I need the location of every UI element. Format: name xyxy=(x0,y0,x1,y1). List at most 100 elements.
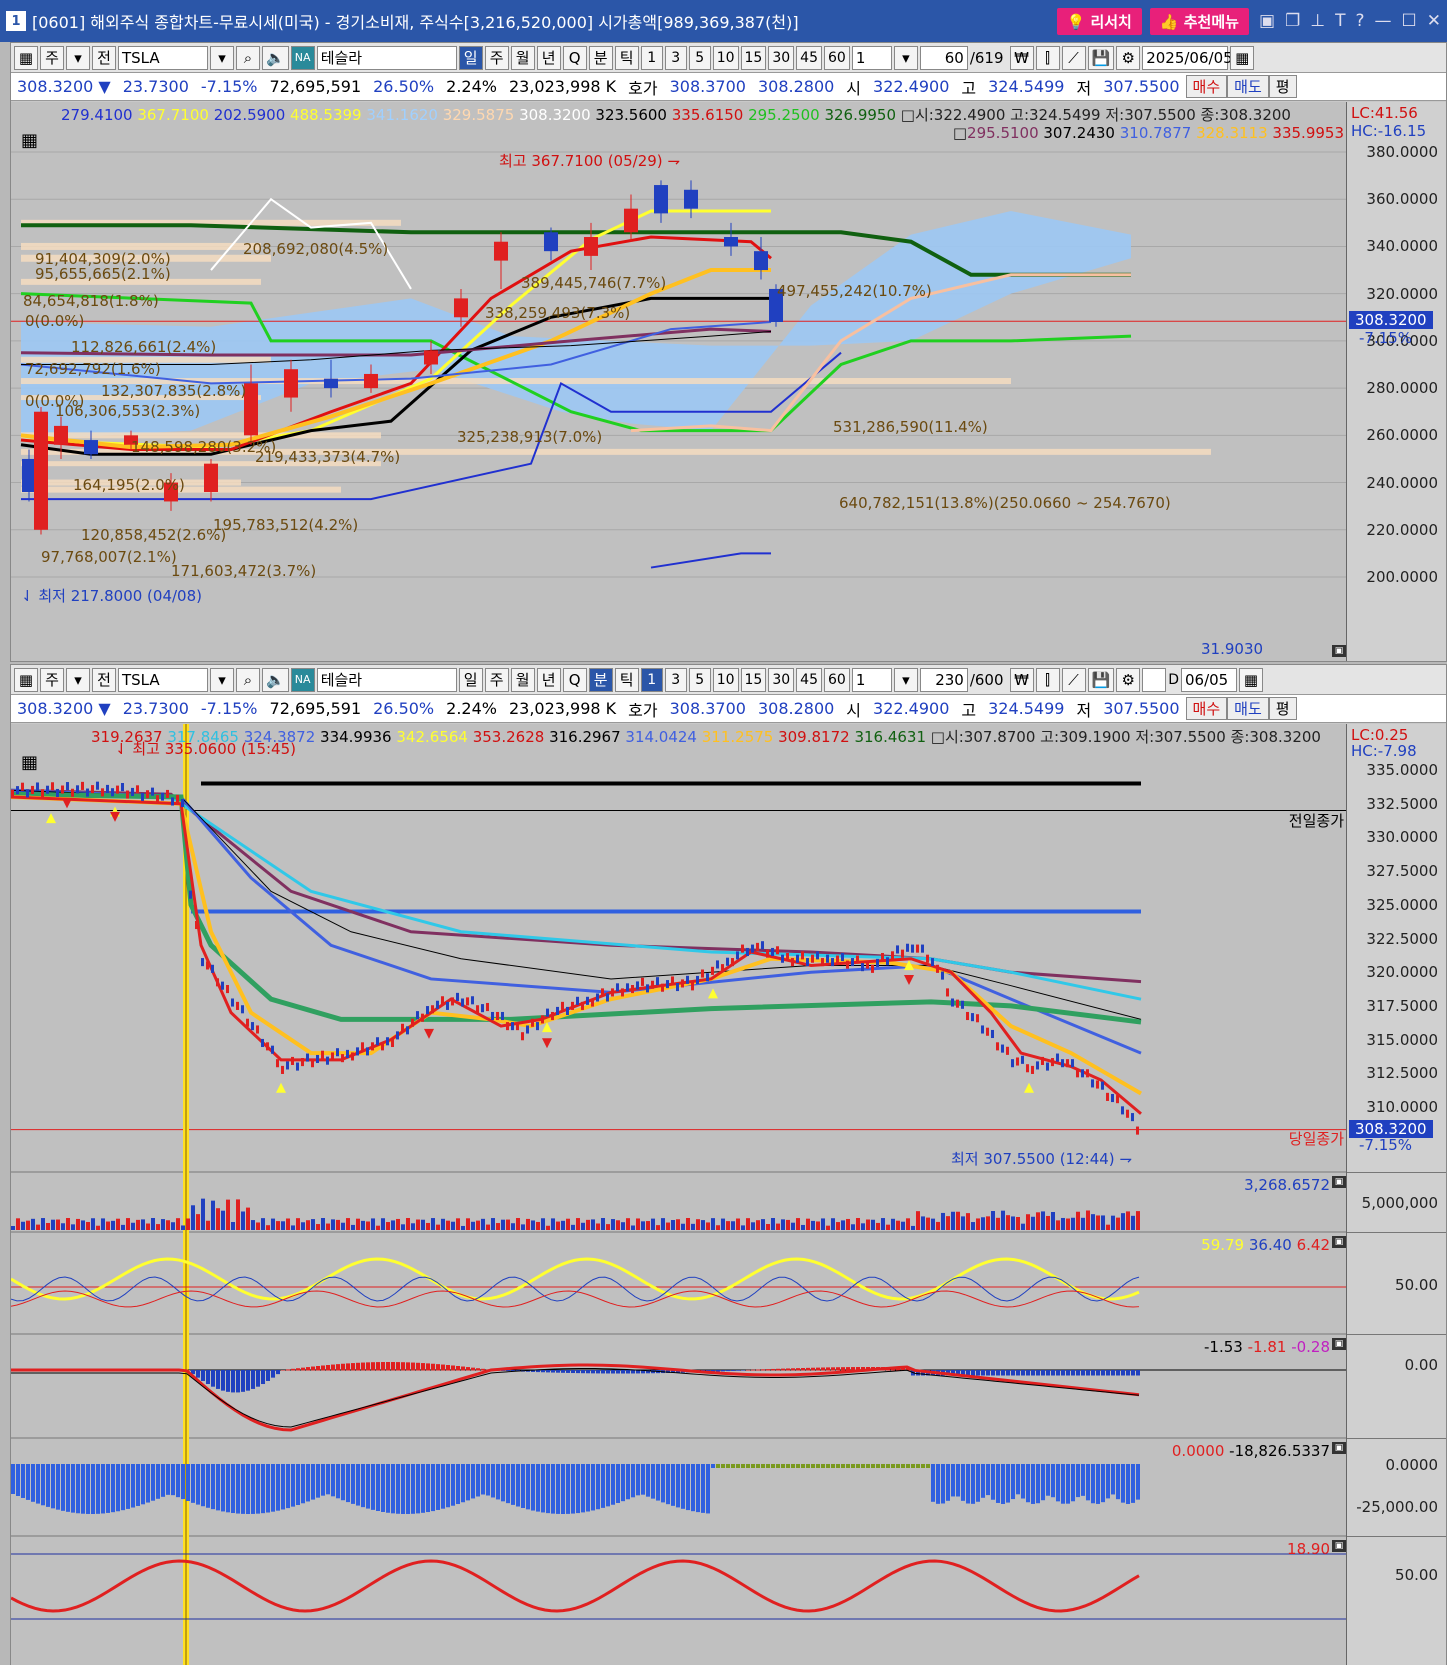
period-tab-2[interactable]: 월 xyxy=(510,667,535,692)
settings-gear-icon[interactable]: ⚙ xyxy=(1116,667,1141,692)
top-price-axis[interactable]: 380.0000 360.0000 340.0000 320.0000 300.0000… xyxy=(1346,102,1446,661)
trend-icon[interactable]: ⟋ xyxy=(1061,667,1086,692)
save-icon[interactable]: 💾 xyxy=(1087,667,1115,692)
save-icon[interactable]: 💾 xyxy=(1087,45,1115,70)
buy-button[interactable]: 매수 xyxy=(1185,697,1228,720)
candle-icon[interactable]: ⫿ xyxy=(1035,45,1060,70)
ticker-dropdown-icon[interactable]: ▾ xyxy=(210,667,234,692)
currency-icon[interactable]: ₩ xyxy=(1009,667,1034,692)
period-tab-6[interactable]: 틱 xyxy=(614,45,639,70)
settings-gear-icon[interactable]: ⚙ xyxy=(1116,45,1141,70)
subpanel-grip-0[interactable]: ▣ xyxy=(1332,1176,1346,1188)
minute-tab-3[interactable]: 3 xyxy=(664,667,687,692)
bottom-indicator-icon[interactable]: ▦ xyxy=(21,752,38,773)
period-tab-1[interactable]: 주 xyxy=(484,45,509,70)
currency-icon[interactable]: ₩ xyxy=(1009,45,1034,70)
period-tab-6[interactable]: 틱 xyxy=(614,667,639,692)
period-tab-3[interactable]: 년 xyxy=(536,45,561,70)
buy-button[interactable]: 매수 xyxy=(1185,75,1228,98)
market-type-select[interactable]: 주 xyxy=(40,667,64,692)
ticker-input[interactable]: TSLA xyxy=(118,45,208,70)
calendar-icon[interactable]: ▦ xyxy=(1238,667,1263,692)
subpanel-grip-3[interactable]: ▣ xyxy=(1332,1442,1346,1454)
minute-tab-5[interactable]: 5 xyxy=(688,45,711,70)
minute-tab-3[interactable]: 3 xyxy=(664,45,687,70)
minimize-icon[interactable]: — xyxy=(1375,11,1392,31)
chart-layout-icon[interactable]: ▦ xyxy=(14,45,38,70)
sell-button[interactable]: 매도 xyxy=(1227,75,1269,98)
macd-hist-bar xyxy=(631,1370,635,1374)
top-panel-grip[interactable]: ▣ xyxy=(1332,645,1346,657)
interval-input[interactable]: 1 xyxy=(851,45,892,70)
all-button[interactable]: 전 xyxy=(92,45,116,70)
interval-input[interactable]: 1 xyxy=(851,667,892,692)
restore-icon[interactable]: ❐ xyxy=(1285,11,1300,31)
all-button[interactable]: 전 xyxy=(92,667,116,692)
bar-count-input[interactable]: 60 xyxy=(919,45,968,70)
minute-tab-45[interactable]: 45 xyxy=(796,45,822,70)
minute-tab-1[interactable]: 1 xyxy=(640,667,663,692)
ticker-dropdown-icon[interactable]: ▾ xyxy=(210,45,234,70)
period-tab-1[interactable]: 주 xyxy=(484,667,509,692)
interval-dropdown-icon[interactable]: ▾ xyxy=(893,45,918,70)
bar-count-input[interactable]: 230 xyxy=(919,667,968,692)
minute-tab-30[interactable]: 30 xyxy=(768,667,795,692)
trend-icon[interactable]: ⟋ xyxy=(1061,45,1086,70)
minute-tab-60[interactable]: 60 xyxy=(824,667,850,692)
layout-icon[interactable]: ▣ xyxy=(1259,11,1275,31)
pin-icon[interactable]: ⊥ xyxy=(1310,11,1325,31)
minute-tab-30[interactable]: 30 xyxy=(768,45,795,70)
minute-tab-5[interactable]: 5 xyxy=(688,667,711,692)
interval-dropdown-icon[interactable]: ▾ xyxy=(893,667,918,692)
search-icon[interactable]: ⌕ xyxy=(236,45,260,70)
sound-icon[interactable]: 🔈 xyxy=(262,45,289,70)
avg-button[interactable]: 평 xyxy=(1268,75,1297,98)
minute-tab-1[interactable]: 1 xyxy=(640,45,663,70)
market-dropdown-icon[interactable]: ▾ xyxy=(66,667,90,692)
day-checkbox[interactable] xyxy=(1142,667,1167,692)
subpanel-grip-4[interactable]: ▣ xyxy=(1332,1540,1346,1552)
subpanel-grip-1[interactable]: ▣ xyxy=(1332,1236,1346,1248)
sound-icon[interactable]: 🔈 xyxy=(262,667,289,692)
macd-hist-bar xyxy=(476,1368,480,1371)
calendar-icon[interactable]: ▦ xyxy=(1230,45,1255,70)
market-type-select[interactable]: 주 xyxy=(40,45,64,70)
macd-hist-bar xyxy=(541,1370,545,1373)
period-tab-2[interactable]: 월 xyxy=(510,45,535,70)
period-tab-3[interactable]: 년 xyxy=(536,667,561,692)
market-dropdown-icon[interactable]: ▾ xyxy=(66,45,90,70)
price-tick-5: 322.5000 xyxy=(1366,929,1438,948)
minute-tab-10[interactable]: 10 xyxy=(712,45,739,70)
volume-profile-label-2: 208,692,080(4.5%) xyxy=(243,240,389,258)
period-tab-5[interactable]: 분 xyxy=(588,45,613,70)
period-tab-4[interactable]: Q xyxy=(562,667,587,692)
daily-price-chart[interactable]: 279.4100 367.7100 202.5900 488.5399 341.… xyxy=(11,102,1348,661)
search-icon[interactable]: ⌕ xyxy=(236,667,260,692)
candle-icon[interactable]: ⫿ xyxy=(1035,667,1060,692)
period-tab-0[interactable]: 일 xyxy=(458,45,483,70)
recommend-menu-button[interactable]: 👍 추천메뉴 xyxy=(1149,7,1249,35)
date-input[interactable]: 06/05 xyxy=(1180,667,1237,692)
minute-tab-15[interactable]: 15 xyxy=(740,667,767,692)
date-input[interactable]: 2025/06/05 xyxy=(1142,45,1233,70)
close-icon[interactable]: ✕ xyxy=(1427,11,1441,31)
subpanel-grip-2[interactable]: ▣ xyxy=(1332,1338,1346,1350)
period-tab-0[interactable]: 일 xyxy=(458,667,483,692)
minute-tab-60[interactable]: 60 xyxy=(824,45,850,70)
research-button[interactable]: 💡 리서치 xyxy=(1056,7,1142,35)
period-tab-5[interactable]: 분 xyxy=(588,667,613,692)
ticker-input[interactable]: TSLA xyxy=(118,667,208,692)
maximize-icon[interactable]: ☐ xyxy=(1402,11,1417,31)
font-icon[interactable]: T xyxy=(1335,11,1345,31)
minute-tab-10[interactable]: 10 xyxy=(712,667,739,692)
avg-button[interactable]: 평 xyxy=(1268,697,1297,720)
minute-tab-45[interactable]: 45 xyxy=(796,667,822,692)
minute-price-chart[interactable]: 319.2637 317.8465 324.3872 334.9936 342.… xyxy=(11,724,1348,1665)
bottom-price-axis[interactable]: 335.0000 332.5000 330.0000 327.5000 325.0000… xyxy=(1346,724,1446,1665)
period-tab-4[interactable]: Q xyxy=(562,45,587,70)
sell-button[interactable]: 매도 xyxy=(1227,697,1269,720)
chart-layout-icon[interactable]: ▦ xyxy=(14,667,38,692)
minute-tab-15[interactable]: 15 xyxy=(740,45,767,70)
top-indicator-icon[interactable]: ▦ xyxy=(21,130,38,151)
help-icon[interactable]: ? xyxy=(1355,11,1364,31)
